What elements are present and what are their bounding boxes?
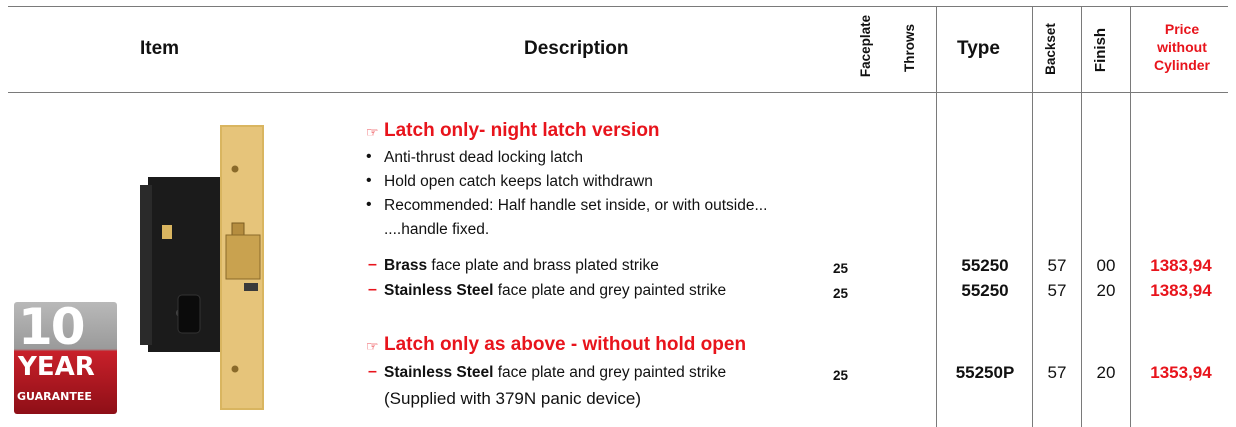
row3-type: 55250P bbox=[955, 363, 1015, 382]
row1-price: 1383,94 bbox=[1150, 256, 1212, 275]
bullet-dot: • bbox=[366, 148, 372, 165]
pointing-hand-icon: ☞ bbox=[366, 124, 379, 140]
bullet-dot: • bbox=[366, 172, 372, 189]
row-dash: – bbox=[368, 281, 377, 298]
header-price-line1: Price bbox=[1164, 21, 1200, 37]
section1-bullet-3: Recommended: Half handle set inside, or … bbox=[384, 197, 768, 214]
row2-description: Stainless Steel face plate and grey pain… bbox=[384, 282, 726, 300]
table-top-border bbox=[8, 6, 1228, 7]
row1-rest: face plate and brass plated strike bbox=[427, 257, 659, 274]
header-backset: Backset bbox=[1043, 23, 1058, 75]
badge-number: 10 bbox=[18, 298, 86, 356]
row2-material: Stainless Steel bbox=[384, 282, 494, 299]
row3-faceplate: 25 bbox=[833, 368, 849, 383]
badge-guarantee: GUARANTEE bbox=[17, 390, 92, 403]
row3-description: Stainless Steel face plate and grey pain… bbox=[384, 364, 726, 382]
pointing-hand-icon: ☞ bbox=[366, 338, 379, 354]
row2-faceplate: 25 bbox=[833, 286, 849, 301]
row3-rest: face plate and grey painted strike bbox=[493, 364, 727, 381]
row2-price: 1383,94 bbox=[1150, 281, 1212, 300]
row3-material: Stainless Steel bbox=[384, 364, 494, 381]
header-item: Item bbox=[140, 38, 180, 59]
section1-bullet-1: Anti-thrust dead locking latch bbox=[384, 149, 584, 166]
guarantee-badge: 10 YEAR GUARANTEE bbox=[14, 298, 117, 414]
header-price-line2: without bbox=[1157, 39, 1207, 55]
header-price-line3: Cylinder bbox=[1153, 57, 1210, 73]
row1-backset: 57 bbox=[1047, 256, 1067, 275]
header-description: Description bbox=[524, 38, 629, 59]
section2-note: (Supplied with 379N panic device) bbox=[384, 389, 642, 408]
row3-finish: 20 bbox=[1096, 363, 1116, 382]
row3-price: 1353,94 bbox=[1150, 363, 1212, 382]
row3-backset: 57 bbox=[1047, 363, 1067, 382]
row1-description: Brass face plate and brass plated strike bbox=[384, 257, 659, 275]
mortice-lock-image bbox=[140, 125, 270, 410]
row2-finish: 20 bbox=[1096, 281, 1116, 300]
section1-bullet-4: ....handle fixed. bbox=[384, 221, 490, 238]
section2-heading: Latch only as above - without hold open bbox=[384, 334, 747, 355]
badge-year: YEAR bbox=[18, 352, 95, 382]
col-divider-finish bbox=[1081, 6, 1082, 427]
row2-backset: 57 bbox=[1047, 281, 1067, 300]
row1-finish: 00 bbox=[1096, 256, 1116, 275]
header-throws: Throws bbox=[902, 24, 917, 73]
section1-bullet-2: Hold open catch keeps latch withdrawn bbox=[384, 173, 653, 190]
section1-heading: Latch only- night latch version bbox=[384, 120, 660, 141]
header-bottom-border bbox=[8, 92, 1228, 93]
row-dash: – bbox=[368, 256, 377, 273]
header-price: Price without Cylinder bbox=[1136, 20, 1228, 74]
row2-rest: face plate and grey painted strike bbox=[493, 282, 727, 299]
header-faceplate: Faceplate bbox=[858, 14, 873, 78]
row1-type: 55250 bbox=[961, 256, 1009, 275]
row2-type: 55250 bbox=[961, 281, 1009, 300]
row1-faceplate: 25 bbox=[833, 261, 849, 276]
header-finish: Finish bbox=[1092, 27, 1109, 73]
row-dash: – bbox=[368, 363, 377, 380]
row1-material: Brass bbox=[384, 257, 428, 274]
bullet-dot: • bbox=[366, 196, 372, 213]
header-type: Type bbox=[957, 38, 1000, 59]
